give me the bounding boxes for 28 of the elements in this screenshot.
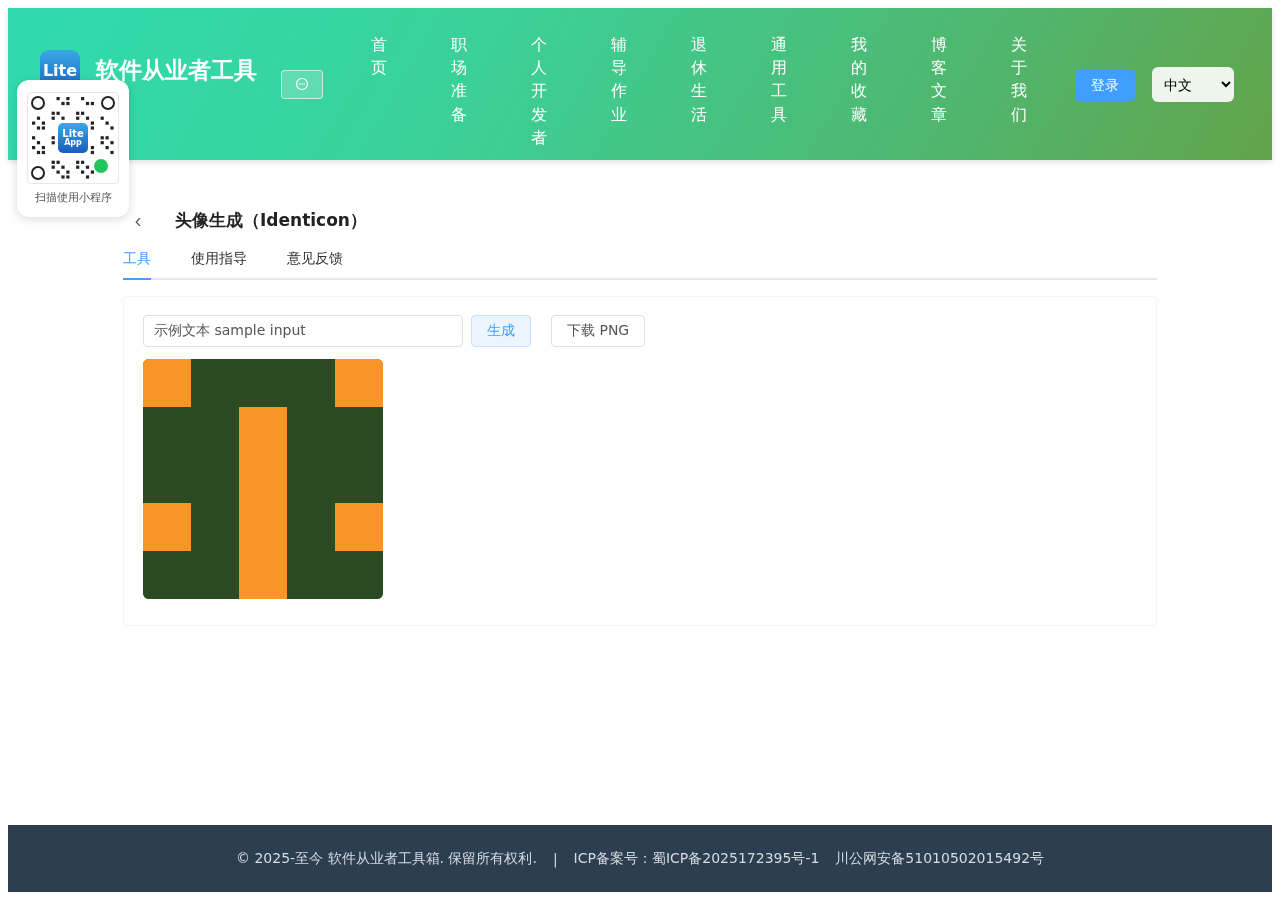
nav-link[interactable]: 通用工具 (771, 33, 787, 149)
back-button[interactable]: ‹ (123, 208, 153, 232)
nav-link[interactable]: 我的收藏 (851, 33, 867, 149)
site-title: 软件从业者工具 (96, 55, 257, 85)
download-button[interactable]: 下载 PNG (551, 315, 646, 347)
nav-link[interactable]: 辅导作业 (611, 33, 627, 149)
nav-link[interactable]: 博客文章 (931, 33, 947, 149)
tab[interactable]: 工具 (123, 250, 151, 280)
language-select[interactable]: 中文 (1152, 67, 1234, 102)
tab[interactable]: 使用指导 (191, 250, 247, 280)
nav-link[interactable]: 退休生活 (691, 33, 707, 149)
text-input[interactable]: 示例文本 sample input (143, 315, 463, 347)
police-record-link[interactable]: 川公网安备51010502015492号 (835, 849, 1045, 868)
nav-link[interactable]: 关于我们 (1011, 33, 1027, 149)
icp-link[interactable]: ICP备案号：蜀ICP备2025172395号-1 (573, 849, 820, 868)
qr-caption: 扫描使用小程序 (34, 190, 112, 205)
copyright-text: © 2025-至今 软件从业者工具箱. 保留所有权利. (235, 849, 537, 868)
generate-button[interactable]: 生成 (471, 315, 531, 347)
page-title: 头像生成（Identicon） (175, 208, 367, 232)
nav-link[interactable]: 个人开发者 (531, 33, 547, 149)
chat-button[interactable] (281, 69, 323, 99)
chat-bubble-icon (295, 77, 309, 91)
qr-code: Lite App (27, 92, 119, 184)
login-button[interactable]: 登录 (1075, 70, 1135, 101)
nav-link[interactable]: 首页 (371, 33, 387, 149)
separator: | (552, 850, 558, 867)
tab[interactable]: 意见反馈 (287, 250, 343, 280)
nav-link[interactable]: 职场准备 (451, 33, 467, 149)
